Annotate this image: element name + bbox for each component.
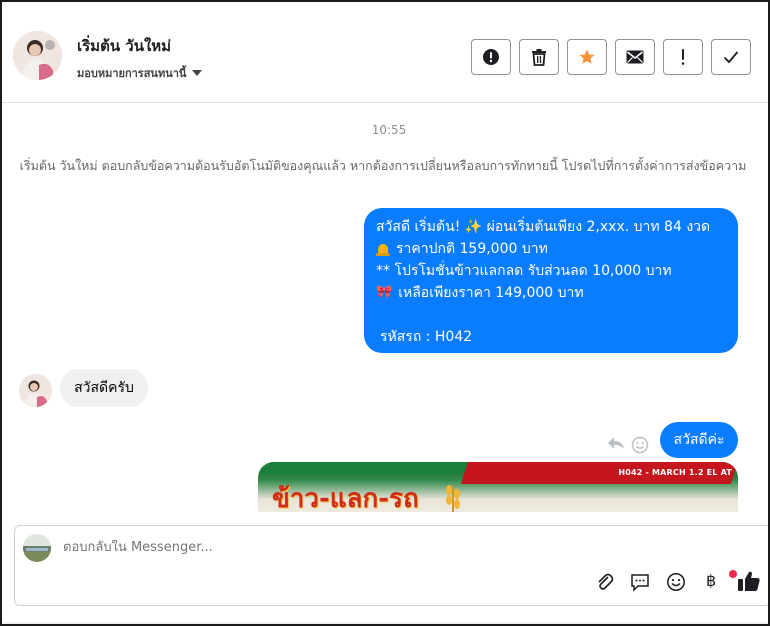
message-line: ราคาปกติ 159,000 บาท <box>376 238 726 260</box>
bell-icon <box>376 243 390 256</box>
star-button[interactable] <box>567 39 607 75</box>
message-line: รหัสรถ : H042 <box>380 329 473 345</box>
check-icon <box>723 51 739 64</box>
trash-icon <box>532 49 546 66</box>
mark-unread-button[interactable] <box>615 39 655 75</box>
message-timestamp: 10:55 <box>371 123 407 137</box>
contact-name: เริ่มต้น วันใหม่ <box>77 37 172 55</box>
reply-input[interactable] <box>63 540 663 555</box>
incoming-message-bubble[interactable]: สวัสดีครับ <box>60 369 148 407</box>
exclamation-icon <box>681 49 685 65</box>
spam-button[interactable] <box>471 39 511 75</box>
message-line: 🎀 เหลือเพียงราคา 149,000 บาท <box>376 282 726 304</box>
welcome-message-bubble[interactable]: สวัสดี เริ่มต้น! ✨ ผ่อนเริ่มต้นเพียง 2,x… <box>364 208 738 353</box>
alert-circle-icon <box>483 49 499 65</box>
caret-down-icon <box>192 70 203 76</box>
contact-avatar[interactable] <box>13 31 62 80</box>
promo-title-text: ข้าว-แลก-รถ <box>272 484 419 512</box>
star-icon <box>579 49 595 64</box>
react-emoji-icon[interactable] <box>631 436 649 454</box>
outgoing-reply-bubble[interactable]: สวัสดีค่ะ <box>660 422 738 458</box>
reply-composer[interactable]: ฿ <box>14 525 768 606</box>
paperclip-icon[interactable] <box>595 572 615 592</box>
page-avatar <box>23 534 51 562</box>
message-line: สวัสดี เริ่มต้น! ✨ ผ่อนเริ่มต้นเพียง 2,x… <box>376 219 711 235</box>
promo-image-attachment[interactable]: H042 - MARCH 1.2 EL AT ข้าว-แลก-รถ <box>258 462 738 512</box>
conversation-header: เริ่มต้น วันใหม่ มอบหมายการสนทนานี้ <box>2 2 768 103</box>
message-line: ** โปรโมชั่นข้าวแลกลด รับส่วนลด 10,000 บ… <box>376 263 672 279</box>
auto-reply-notice: เริ่มต้น วันใหม่ ตอบกลับข้อความต้อนรับอั… <box>19 158 747 173</box>
reply-icon[interactable] <box>606 435 626 451</box>
saved-reply-icon[interactable] <box>630 572 650 592</box>
envelope-icon <box>626 50 644 64</box>
notification-dot <box>729 570 737 578</box>
delete-button[interactable] <box>519 39 559 75</box>
message-thread[interactable]: 10:55 เริ่มต้น วันใหม่ ตอบกลับข้อความต้อ… <box>2 104 768 512</box>
baht-payment-icon[interactable]: ฿ <box>706 571 716 590</box>
like-icon[interactable] <box>737 570 761 592</box>
contact-avatar-small[interactable] <box>19 374 52 407</box>
rice-stalk-icon <box>446 485 460 512</box>
promo-code-text: H042 - MARCH 1.2 EL AT <box>618 468 732 477</box>
follow-up-button[interactable] <box>663 39 703 75</box>
mark-done-button[interactable] <box>711 39 751 75</box>
emoji-icon[interactable] <box>666 572 686 592</box>
bottom-strip <box>2 622 768 624</box>
assign-label: มอบหมายการสนทนานี้ <box>77 67 187 80</box>
assign-conversation-dropdown[interactable]: มอบหมายการสนทนานี้ <box>77 64 203 82</box>
ribbon-icon: 🎀 <box>376 285 393 300</box>
messenger-inbox-window: เริ่มต้น วันใหม่ มอบหมายการสนทนานี้ 10:5… <box>0 0 770 626</box>
